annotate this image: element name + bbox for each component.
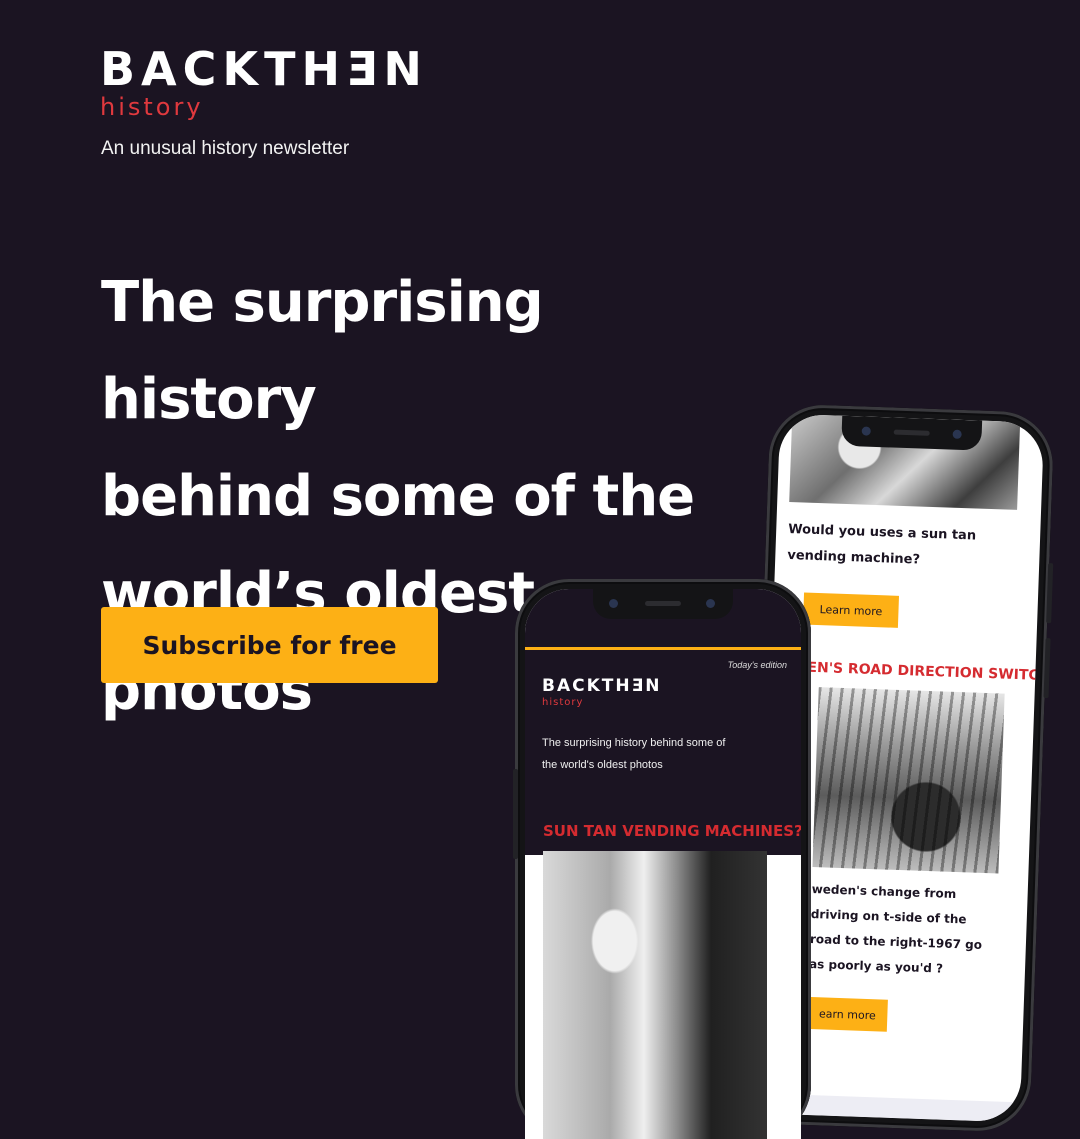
- footer-strip: [803, 1094, 1021, 1123]
- headline-line-1: The surprising history: [101, 270, 544, 432]
- newsletter-logo-sub: history: [542, 697, 584, 708]
- vending-photo: [543, 851, 767, 1139]
- camera-icon: [609, 599, 618, 608]
- logo-wordmark: BACKTHƎN: [100, 42, 428, 96]
- learn-more-button[interactable]: Learn more: [802, 592, 900, 628]
- speaker-grille: [645, 601, 681, 606]
- phone-mockup-front: Today's edition BACKTHƎN history The sur…: [513, 579, 811, 1139]
- headline-line-2: behind some of the: [101, 464, 695, 529]
- newsletter-logo: BACKTHƎN: [542, 676, 662, 696]
- street-photo: [812, 687, 1005, 874]
- speaker-grille: [893, 429, 930, 436]
- article-question: Would you uses a sun tan vending machine…: [787, 521, 977, 568]
- camera-icon: [861, 426, 871, 436]
- newsletter-description: The surprising history behind some of th…: [542, 737, 726, 771]
- edition-label: Today's edition: [727, 660, 787, 670]
- learn-more-button[interactable]: earn more: [806, 996, 888, 1032]
- sensor-icon: [952, 429, 962, 439]
- tagline: An unusual history newsletter: [101, 138, 350, 159]
- sensor-icon: [706, 599, 715, 608]
- phone-side-button: [1043, 638, 1051, 699]
- phone-notch: [593, 589, 733, 619]
- logo-subtitle: history: [100, 93, 204, 121]
- article-body: weden's change from driving on t-side of…: [808, 881, 983, 976]
- phone-side-button: [513, 769, 518, 859]
- phone-side-button: [1046, 563, 1054, 624]
- section-heading: EN'S ROAD DIRECTION SWITCH: [807, 659, 1045, 685]
- phone-notch: [841, 415, 983, 451]
- brand-logo: BACKTHƎN history: [100, 44, 428, 120]
- subscribe-button[interactable]: Subscribe for free: [101, 607, 438, 683]
- section-heading: SUN TAN VENDING MACHINES?: [543, 822, 801, 840]
- phone-screen-front: Today's edition BACKTHƎN history The sur…: [525, 589, 801, 1139]
